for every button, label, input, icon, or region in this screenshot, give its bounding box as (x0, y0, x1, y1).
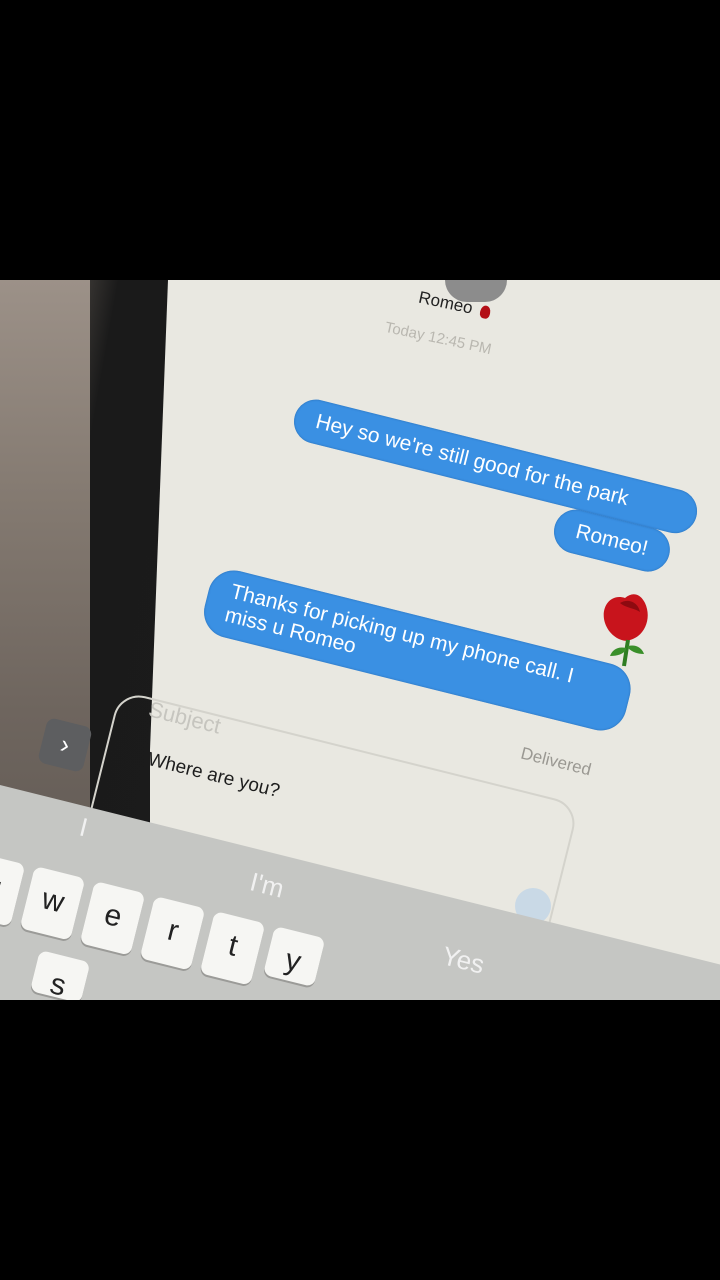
rose-emoji-icon (603, 594, 648, 667)
bottom-letterbox (0, 1000, 720, 1280)
top-letterbox (0, 0, 720, 280)
